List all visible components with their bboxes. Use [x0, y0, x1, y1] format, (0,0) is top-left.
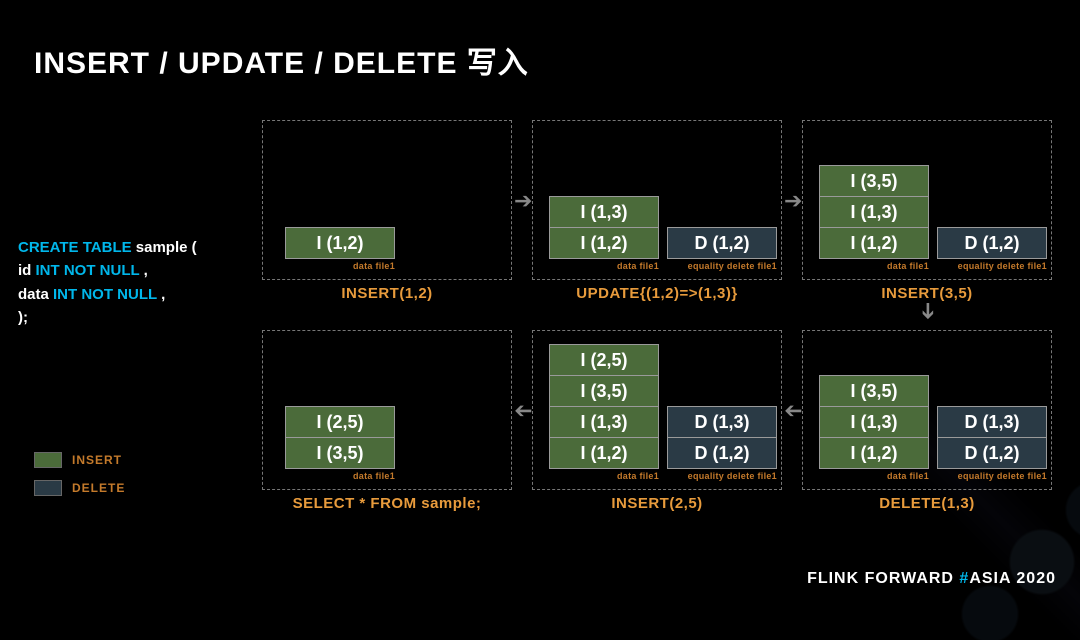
data-file-label: data file1 — [549, 471, 659, 481]
sql-text: data — [18, 286, 53, 303]
brand-hash-icon: # — [959, 570, 969, 587]
data-file-col: I (3,5) I (1,3) I (1,2) data file1 — [819, 166, 929, 271]
legend-swatch-insert — [34, 452, 62, 468]
sql-text: , — [161, 286, 165, 303]
delete-file-col: D (1,3) D (1,2) equality delete file1 — [667, 407, 777, 481]
data-cell: I (1,2) — [549, 437, 659, 469]
data-cell: I (1,3) — [549, 406, 659, 438]
arrow-right-icon: ➔ — [514, 190, 532, 212]
data-file-label: data file1 — [549, 261, 659, 271]
arrow-left-icon: ➔ — [784, 400, 802, 422]
data-file-col: I (1,2) data file1 — [285, 228, 395, 271]
data-file-col: I (3,5) I (1,3) I (1,2) data file1 — [819, 376, 929, 481]
data-cell: I (1,2) — [819, 437, 929, 469]
data-cell: I (1,3) — [819, 196, 929, 228]
data-cell: I (3,5) — [549, 375, 659, 407]
data-file-col: I (2,5) I (3,5) I (1,3) I (1,2) data fil… — [549, 345, 659, 481]
data-cell: I (1,3) — [549, 196, 659, 228]
delete-cell: D (1,2) — [667, 227, 777, 259]
legend: INSERT DELETE — [34, 452, 125, 508]
delete-file-label: equality delete file1 — [667, 471, 777, 481]
diagram-stage: I (1,2) data file1 INSERT(1,2) I (1,3) I… — [262, 120, 1074, 550]
delete-file-col: D (1,2) equality delete file1 — [667, 228, 777, 271]
panel-caption: SELECT * FROM sample; — [263, 495, 511, 512]
sql-keyword: INT NOT NULL — [53, 286, 157, 303]
data-cell: I (2,5) — [285, 406, 395, 438]
panel-caption: INSERT(2,5) — [533, 495, 781, 512]
delete-cell: D (1,2) — [937, 437, 1047, 469]
data-cell: I (1,2) — [549, 227, 659, 259]
delete-file-label: equality delete file1 — [667, 261, 777, 271]
page-title: INSERT / UPDATE / DELETE 写入 — [34, 38, 529, 82]
sql-text: , — [144, 262, 148, 279]
delete-file-label: equality delete file1 — [937, 471, 1047, 481]
sql-create-table: CREATE TABLE sample ( id INT NOT NULL , … — [18, 236, 197, 329]
legend-label: INSERT — [72, 453, 122, 467]
legend-insert: INSERT — [34, 452, 125, 468]
sql-text: ); — [18, 309, 28, 326]
delete-file-label: equality delete file1 — [937, 261, 1047, 271]
legend-label: DELETE — [72, 481, 125, 495]
data-file-col: I (2,5) I (3,5) data file1 — [285, 407, 395, 481]
delete-cell: D (1,2) — [667, 437, 777, 469]
data-cell: I (1,2) — [819, 227, 929, 259]
panel-caption: INSERT(1,2) — [263, 285, 511, 302]
sql-text: sample ( — [136, 239, 197, 256]
arrow-right-icon: ➔ — [784, 190, 802, 212]
panel-update: I (1,3) I (1,2) data file1 D (1,2) equal… — [532, 120, 782, 280]
panel-select-result: I (2,5) I (3,5) data file1 SELECT * FROM… — [262, 330, 512, 490]
panel-insert-25: I (2,5) I (3,5) I (1,3) I (1,2) data fil… — [532, 330, 782, 490]
panel-insert-35: I (3,5) I (1,3) I (1,2) data file1 D (1,… — [802, 120, 1052, 280]
data-file-label: data file1 — [819, 261, 929, 271]
panel-caption: DELETE(1,3) — [803, 495, 1051, 512]
data-file-label: data file1 — [285, 471, 395, 481]
panel-caption: UPDATE{(1,2)=>(1,3)} — [533, 285, 781, 302]
brand-text: ASIA 2020 — [969, 570, 1056, 587]
panel-insert-12: I (1,2) data file1 INSERT(1,2) — [262, 120, 512, 280]
sql-keyword: CREATE TABLE — [18, 239, 132, 256]
data-cell: I (3,5) — [819, 375, 929, 407]
delete-cell: D (1,3) — [667, 406, 777, 438]
delete-cell: D (1,2) — [937, 227, 1047, 259]
data-cell: I (1,2) — [285, 227, 395, 259]
data-cell: I (3,5) — [819, 165, 929, 197]
panel-delete-13: I (3,5) I (1,3) I (1,2) data file1 D (1,… — [802, 330, 1052, 490]
legend-delete: DELETE — [34, 480, 125, 496]
sql-keyword: INT NOT NULL — [36, 262, 140, 279]
arrow-down-icon: ➔ — [917, 302, 939, 320]
data-cell: I (1,3) — [819, 406, 929, 438]
delete-file-col: D (1,3) D (1,2) equality delete file1 — [937, 407, 1047, 481]
data-file-label: data file1 — [285, 261, 395, 271]
data-cell: I (2,5) — [549, 344, 659, 376]
data-file-col: I (1,3) I (1,2) data file1 — [549, 197, 659, 271]
brand-text: FLINK FORWARD — [807, 570, 959, 587]
delete-cell: D (1,3) — [937, 406, 1047, 438]
arrow-left-icon: ➔ — [514, 400, 532, 422]
data-cell: I (3,5) — [285, 437, 395, 469]
legend-swatch-delete — [34, 480, 62, 496]
delete-file-col: D (1,2) equality delete file1 — [937, 228, 1047, 271]
sql-text: id — [18, 262, 36, 279]
brand-wordmark: FLINK FORWARD #ASIA 2020 — [807, 570, 1056, 588]
panel-caption: INSERT(3,5) — [803, 285, 1051, 302]
data-file-label: data file1 — [819, 471, 929, 481]
